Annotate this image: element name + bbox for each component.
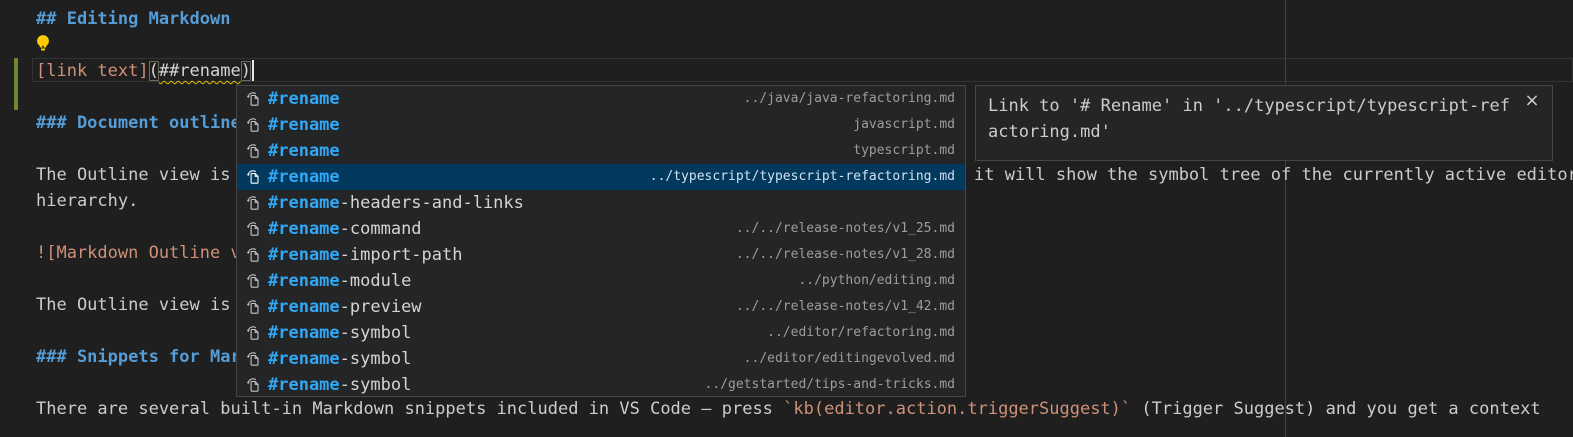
text-segment-bracket: ) [241, 61, 251, 81]
text-segment-body: hierarchy. [36, 191, 138, 211]
suggest-details-panel: Link to '# Rename' in '../typescript/typ… [975, 85, 1553, 161]
text-segment-heading: ## Editing Markdown [36, 9, 230, 29]
text-segment-body: The Outline view is [36, 295, 230, 315]
suggestion-item[interactable]: #rename -symbol ../editor/refactoring.md [237, 320, 965, 346]
text-segment-link: ![Markdown Outline v [36, 243, 241, 263]
suggestion-match-text: #rename [268, 86, 340, 112]
suggestion-item[interactable]: #rename typescript.md [237, 138, 965, 164]
suggestion-match-text: #rename [268, 242, 340, 268]
suggestion-file-path: ../editor/refactoring.md [767, 320, 955, 346]
suggestion-suffix-text: -command [340, 216, 422, 242]
text-segment-anchor-warning: ##rename [159, 61, 241, 81]
editor-screen: ## Editing Markdown [link text](##rename)… [0, 0, 1573, 437]
symbol-reference-icon [245, 377, 261, 393]
text-segment-code: `kb(editor.action.triggerSuggest)` [783, 399, 1131, 419]
suggestion-item[interactable]: #rename javascript.md [237, 112, 965, 138]
suggestion-match-text: #rename [268, 268, 340, 294]
suggestion-suffix-text: -module [340, 268, 412, 294]
suggest-widget[interactable]: #rename ../java/java-refactoring.md #ren… [236, 85, 966, 397]
text-segment-heading: ### Document outline [36, 113, 241, 133]
suggestion-item[interactable]: #rename -command ../../release-notes/v1_… [237, 216, 965, 242]
suggestion-suffix-text: -symbol [340, 346, 412, 372]
suggestion-item[interactable]: #rename -symbol ../editor/editingevolved… [237, 346, 965, 372]
text-cursor [252, 60, 254, 81]
symbol-reference-icon [245, 169, 261, 185]
suggestion-item[interactable]: #rename ../typescript/typescript-refacto… [237, 164, 965, 190]
suggestion-file-path: ../../release-notes/v1_28.md [736, 242, 955, 268]
symbol-reference-icon [245, 117, 261, 133]
suggestion-file-path: ../../release-notes/v1_42.md [736, 294, 955, 320]
suggestion-match-text: #rename [268, 372, 340, 397]
symbol-reference-icon [245, 273, 261, 289]
suggestion-suffix-text: -import-path [340, 242, 463, 268]
suggestion-suffix-text: -symbol [340, 320, 412, 346]
editor-line[interactable]: The Outline view is [36, 292, 230, 318]
suggestion-item[interactable]: #rename -preview ../../release-notes/v1_… [237, 294, 965, 320]
editor-line[interactable]: it will show the symbol tree of the curr… [974, 162, 1573, 188]
suggestion-match-text: #rename [268, 164, 340, 190]
suggestion-file-path: javascript.md [853, 112, 955, 138]
symbol-reference-icon [245, 351, 261, 367]
suggestion-match-text: #rename [268, 190, 340, 216]
text-segment-body: it will show the symbol tree of the curr… [974, 165, 1573, 185]
close-icon[interactable]: × [1522, 91, 1542, 111]
details-text-line2: actoring.md' [988, 119, 1518, 145]
suggestion-item[interactable]: #rename -import-path ../../release-notes… [237, 242, 965, 268]
editor-line[interactable]: ## Editing Markdown [36, 6, 230, 32]
symbol-reference-icon [245, 91, 261, 107]
symbol-reference-icon [245, 221, 261, 237]
suggestion-suffix-text: -headers-and-links [340, 190, 524, 216]
suggestion-match-text: #rename [268, 216, 340, 242]
suggestion-match-text: #rename [268, 138, 340, 164]
text-segment-body: There are several built-in Markdown snip… [36, 399, 783, 419]
text-segment-body: (Trigger Suggest) and you get a context [1131, 399, 1540, 419]
editor-line[interactable]: hierarchy. [36, 188, 138, 214]
editor-line[interactable]: [link text](##rename) [36, 58, 251, 84]
suggestion-suffix-text: -preview [340, 294, 422, 320]
suggestion-file-path: ../getstarted/tips-and-tricks.md [705, 372, 955, 397]
editor-line[interactable]: ### Document outline [36, 110, 241, 136]
editor-line[interactable]: The Outline view is [36, 162, 230, 188]
text-segment-heading: ### Snippets for Mar [36, 347, 241, 367]
suggestion-suffix-text: -symbol [340, 372, 412, 397]
symbol-reference-icon [245, 143, 261, 159]
text-segment-bracket: ( [149, 61, 159, 81]
suggestion-match-text: #rename [268, 112, 340, 138]
suggestion-file-path: ../python/editing.md [798, 268, 955, 294]
editor-line[interactable]: ### Snippets for Mar [36, 344, 241, 370]
suggestion-file-path: ../typescript/typescript-refactoring.md [650, 164, 955, 190]
text-segment-link: [link text] [36, 61, 149, 81]
editor-line[interactable]: ![Markdown Outline v [36, 240, 241, 266]
details-text-line1: Link to '# Rename' in '../typescript/typ… [988, 93, 1518, 119]
suggestion-match-text: #rename [268, 346, 340, 372]
symbol-reference-icon [245, 247, 261, 263]
suggestion-file-path: ../java/java-refactoring.md [744, 86, 955, 112]
text-segment-body: The Outline view is [36, 165, 230, 185]
suggestion-file-path: ../../release-notes/v1_25.md [736, 216, 955, 242]
suggestion-match-text: #rename [268, 320, 340, 346]
symbol-reference-icon [245, 195, 261, 211]
symbol-reference-icon [245, 299, 261, 315]
suggestion-item[interactable]: #rename -module ../python/editing.md [237, 268, 965, 294]
editor-line[interactable]: There are several built-in Markdown snip… [36, 396, 1541, 422]
symbol-reference-icon [245, 325, 261, 341]
suggestion-match-text: #rename [268, 294, 340, 320]
suggestion-item[interactable]: #rename -headers-and-links [237, 190, 965, 216]
suggestion-item[interactable]: #rename -symbol ../getstarted/tips-and-t… [237, 372, 965, 397]
suggestion-file-path: typescript.md [853, 138, 955, 164]
suggestion-file-path: ../editor/editingevolved.md [744, 346, 955, 372]
suggestion-item[interactable]: #rename ../java/java-refactoring.md [237, 86, 965, 112]
